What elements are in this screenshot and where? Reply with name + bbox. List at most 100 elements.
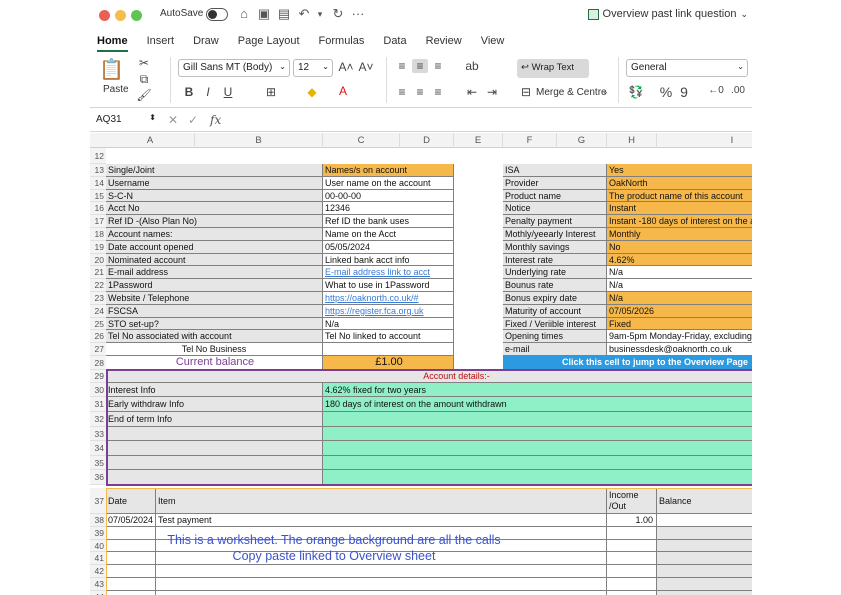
underline-button[interactable]: U [220, 85, 236, 99]
undo-dropdown-icon[interactable]: ▾ [312, 9, 328, 20]
row-header[interactable]: 38 [90, 514, 106, 527]
current-balance-value[interactable]: £1.00 [323, 356, 454, 370]
product-field-value[interactable]: businessdesk@oaknorth.co.uk [607, 343, 752, 356]
account-field-value[interactable] [323, 343, 454, 356]
account-field-label[interactable]: S-C-N [106, 189, 323, 203]
clipboard-icon[interactable]: 📋 [99, 57, 124, 82]
product-field-value[interactable]: OakNorth [607, 176, 752, 190]
row-header[interactable]: 39 [90, 526, 106, 540]
merge-icon[interactable]: ⊟ [518, 85, 534, 99]
details-label[interactable]: Interest Info [106, 382, 323, 398]
transaction-item[interactable] [156, 578, 607, 591]
transaction-date[interactable] [106, 590, 156, 595]
account-field-label[interactable]: STO set-up? [106, 317, 323, 331]
transactions-header-balance[interactable]: Balance [657, 488, 752, 514]
row-header[interactable]: 17 [90, 215, 106, 228]
jump-to-overview-link[interactable]: Click this cell to jump to the Overview … [503, 356, 752, 370]
transaction-income[interactable] [607, 578, 657, 591]
details-value[interactable] [323, 441, 752, 456]
product-field-label[interactable]: Provider [503, 176, 607, 190]
comma-style-button[interactable]: 9 [676, 84, 692, 100]
transaction-income[interactable] [607, 565, 657, 578]
account-field-label[interactable]: Acct No [106, 202, 323, 216]
increase-font-icon[interactable]: A˄ [338, 60, 354, 74]
row-header[interactable]: 34 [90, 441, 106, 456]
row-header[interactable]: 26 [90, 330, 106, 344]
transaction-date[interactable]: 07/05/2024 [106, 514, 156, 527]
row-header[interactable]: 42 [90, 565, 106, 578]
account-field-value[interactable]: Linked bank acct info [323, 253, 454, 267]
decrease-indent-icon[interactable]: ⇤ [464, 85, 480, 99]
autosave-toggle[interactable] [206, 8, 228, 21]
transaction-income[interactable]: 1.00 [607, 514, 657, 527]
home-icon[interactable]: ⌂ [236, 6, 252, 21]
save-as-icon[interactable]: ▤ [276, 6, 292, 22]
transactions-header-income[interactable]: Income /Out [607, 488, 657, 514]
transaction-item[interactable] [156, 590, 607, 595]
row-header[interactable]: 16 [90, 202, 106, 216]
cut-icon[interactable]: ✂ [136, 56, 152, 70]
column-header-b[interactable]: B [195, 133, 323, 148]
product-field-label[interactable]: Opening times [503, 330, 607, 344]
merge-centre-label[interactable]: Merge & Centre [536, 87, 607, 98]
row-header[interactable]: 33 [90, 426, 106, 442]
account-field-value[interactable]: 12346 [323, 202, 454, 216]
row-header[interactable]: 21 [90, 266, 106, 280]
transaction-date[interactable] [106, 539, 156, 553]
save-icon[interactable]: ▣ [256, 6, 272, 22]
row-header[interactable]: 15 [90, 189, 106, 203]
paste-label[interactable]: Paste [103, 84, 129, 95]
row-header[interactable]: 44 [90, 590, 106, 595]
column-header-h[interactable]: H [607, 133, 657, 148]
account-field-value[interactable]: E-mail address link to acct [323, 266, 454, 280]
enter-icon[interactable]: ✓ [188, 113, 198, 127]
account-field-label[interactable]: FSCSA [106, 304, 323, 318]
account-field-value[interactable]: Tel No linked to account [323, 330, 454, 344]
increase-indent-icon[interactable]: ⇥ [484, 85, 500, 99]
transaction-balance[interactable] [657, 539, 752, 553]
row-header[interactable]: 24 [90, 304, 106, 318]
details-value[interactable]: 180 days of interest on the amount withd… [323, 397, 752, 412]
product-field-value[interactable]: Instant [607, 202, 752, 216]
account-field-label[interactable]: Ref ID -(Also Plan No) [106, 215, 323, 228]
transaction-date[interactable] [106, 578, 156, 591]
product-field-value[interactable]: 07/05/2026 [607, 304, 752, 318]
account-field-value[interactable]: 05/05/2024 [323, 240, 454, 254]
decrease-decimal-icon[interactable]: .00 [730, 85, 746, 96]
tab-view[interactable]: View [481, 35, 505, 47]
column-header-g[interactable]: G [557, 133, 607, 148]
minimize-window-button[interactable] [115, 10, 126, 21]
account-field-value[interactable]: 00-00-00 [323, 189, 454, 203]
font-name-select[interactable]: Gill Sans MT (Body) ⌄ [178, 59, 290, 77]
column-header-i[interactable]: I [657, 133, 752, 148]
column-header-d[interactable]: D [400, 133, 454, 148]
account-field-label[interactable]: Account names: [106, 228, 323, 241]
insert-function-icon[interactable]: fx [210, 113, 221, 127]
currency-icon[interactable]: 💱 [628, 85, 644, 99]
tab-insert[interactable]: Insert [147, 35, 175, 47]
product-field-value[interactable]: 4.62% [607, 253, 752, 267]
details-value[interactable] [323, 412, 752, 427]
account-field-label[interactable]: Single/Joint [106, 164, 323, 177]
cancel-icon[interactable]: ✕ [168, 113, 178, 127]
row-header[interactable]: 22 [90, 279, 106, 292]
current-balance-label[interactable]: Current balance [106, 356, 323, 370]
account-field-value[interactable]: Name on the Acct [323, 228, 454, 241]
product-field-label[interactable]: Product name [503, 189, 607, 203]
document-title-area[interactable]: Overview past link question ⌄ [587, 8, 748, 20]
details-label[interactable] [106, 441, 323, 456]
row-header[interactable]: 13 [90, 164, 106, 177]
product-field-label[interactable]: Monthly savings [503, 240, 607, 254]
account-field-label[interactable]: Tel No associated with account [106, 330, 323, 344]
close-window-button[interactable] [99, 10, 110, 21]
details-label[interactable] [106, 426, 323, 442]
product-field-label[interactable]: Fixed / Veriible interest [503, 317, 607, 331]
row-header[interactable]: 36 [90, 470, 106, 485]
row-header[interactable]: 43 [90, 578, 106, 591]
borders-icon[interactable]: ⊞ [263, 85, 279, 99]
align-bottom-icon[interactable]: ≡ [430, 59, 446, 73]
account-field-value[interactable]: Names/s on account [323, 164, 454, 177]
row-header[interactable]: 19 [90, 240, 106, 254]
wrap-text-button[interactable]: ↩ Wrap Text [517, 59, 589, 78]
account-field-label[interactable]: Tel No Business [106, 343, 323, 356]
